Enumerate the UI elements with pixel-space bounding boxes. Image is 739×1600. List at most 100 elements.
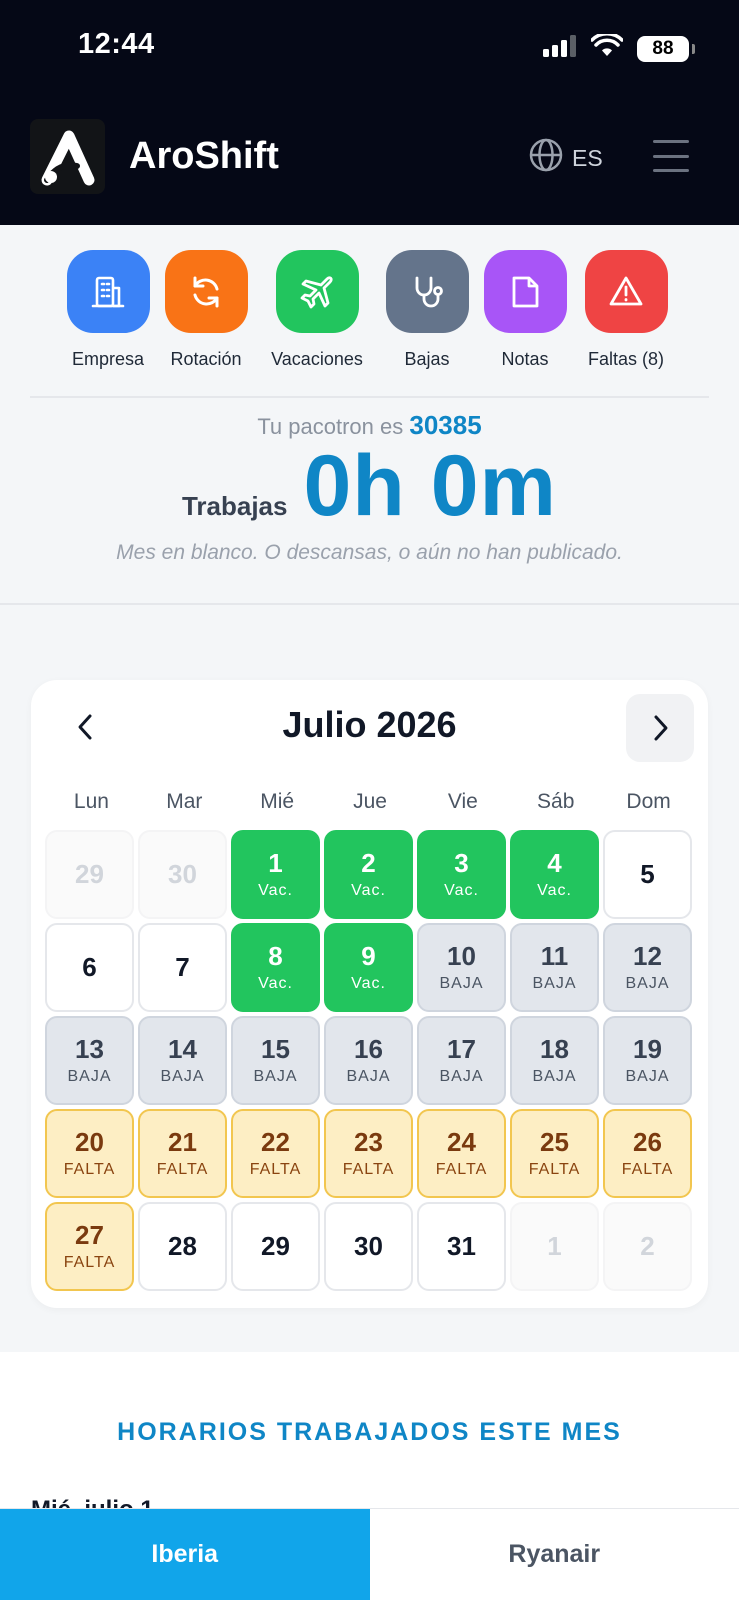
- day-number: 14: [168, 1034, 197, 1065]
- weekday-label: Vie: [447, 790, 478, 813]
- day-number: 27: [75, 1220, 104, 1251]
- day-status-tag: FALTA: [528, 1160, 581, 1178]
- quick-action-label: Empresa: [71, 349, 145, 369]
- quick-action-vacaciones[interactable]: Vacaciones: [257, 250, 377, 370]
- day-status-tag: Vac.: [351, 881, 386, 899]
- day-number: 29: [261, 1231, 290, 1262]
- day-status-tag: Vac.: [351, 974, 386, 992]
- quick-action-faltas[interactable]: Faltas (8): [566, 250, 686, 370]
- day-number: 4: [547, 848, 562, 879]
- quick-action-label: Rotación: [170, 349, 242, 369]
- day-status-tag: BAJA: [532, 1067, 577, 1085]
- calendar-day: 30: [138, 830, 227, 919]
- weekday-label: Sáb: [537, 790, 575, 813]
- day-number: 22: [261, 1127, 290, 1158]
- calendar-day[interactable]: 11 BAJA: [510, 923, 599, 1012]
- calendar-day[interactable]: 1 Vac.: [231, 830, 320, 919]
- day-status-tag: BAJA: [67, 1067, 112, 1085]
- calendar-day[interactable]: 22 FALTA: [231, 1109, 320, 1198]
- day-number: 10: [447, 941, 476, 972]
- status-icons: 88: [543, 32, 695, 63]
- calendar-day[interactable]: 23 FALTA: [324, 1109, 413, 1198]
- calendar-day[interactable]: 28: [138, 1202, 227, 1291]
- calendar-day[interactable]: 6: [45, 923, 134, 1012]
- building-icon: [66, 250, 150, 333]
- calendar-day[interactable]: 19 BAJA: [603, 1016, 692, 1105]
- day-status-tag: Vac.: [444, 881, 479, 899]
- blank-month-note: Mes en blanco. O descansas, o aún no han…: [116, 541, 623, 564]
- calendar-day[interactable]: 16 BAJA: [324, 1016, 413, 1105]
- day-status-tag: Vac.: [537, 881, 572, 899]
- calendar-day[interactable]: 8 Vac.: [231, 923, 320, 1012]
- day-status-tag: Vac.: [258, 881, 293, 899]
- calendar-day[interactable]: 7: [138, 923, 227, 1012]
- calendar-day[interactable]: 25 FALTA: [510, 1109, 599, 1198]
- worked-hours: Trabajas 0h 0m: [0, 443, 739, 529]
- weekday-label: Mié: [260, 790, 295, 813]
- divider: [0, 603, 739, 605]
- quick-actions: Empresa Rotación Vacaciones Bajas Notas …: [0, 250, 739, 375]
- tab-ryanair[interactable]: Ryanair: [369, 1509, 739, 1600]
- calendar-day[interactable]: 12 BAJA: [603, 923, 692, 1012]
- calendar-day[interactable]: 5: [603, 830, 692, 919]
- calendar-day[interactable]: 26 FALTA: [603, 1109, 692, 1198]
- quick-action-rotacion[interactable]: Rotación: [146, 250, 266, 370]
- calendar-day[interactable]: 30: [324, 1202, 413, 1291]
- calendar-day[interactable]: 9 Vac.: [324, 923, 413, 1012]
- calendar: Julio 2026 Lun Mar Mié Jue Vie Sáb Dom 2…: [31, 680, 708, 1308]
- calendar-day[interactable]: 3 Vac.: [417, 830, 506, 919]
- day-status-tag: BAJA: [625, 1067, 670, 1085]
- day-number: 2: [361, 848, 376, 879]
- calendar-day: 2: [603, 1202, 692, 1291]
- weekday-label: Jue: [353, 790, 387, 813]
- day-number: 19: [633, 1034, 662, 1065]
- plane-icon: [275, 250, 359, 333]
- brand-name: AroShift: [129, 135, 279, 177]
- day-number: 11: [540, 941, 569, 972]
- hamburger-menu-icon[interactable]: [653, 138, 689, 174]
- language-code: ES: [572, 144, 603, 171]
- calendar-day[interactable]: 14 BAJA: [138, 1016, 227, 1105]
- chevron-right-icon[interactable]: [626, 694, 694, 762]
- calendar-day[interactable]: 29: [231, 1202, 320, 1291]
- day-status-tag: BAJA: [346, 1067, 391, 1085]
- day-status-tag: BAJA: [439, 974, 484, 992]
- day-number: 5: [640, 859, 655, 890]
- warning-icon: [584, 250, 668, 333]
- calendar-day[interactable]: 21 FALTA: [138, 1109, 227, 1198]
- app-header: 12:44 88 AroShift ES: [0, 0, 739, 225]
- calendar-day[interactable]: 10 BAJA: [417, 923, 506, 1012]
- quick-action-label: Notas: [501, 349, 549, 369]
- calendar-day[interactable]: 18 BAJA: [510, 1016, 599, 1105]
- day-status-tag: BAJA: [160, 1067, 205, 1085]
- pacotron-prefix: Tu pacotron es: [257, 414, 404, 439]
- day-number: 9: [361, 941, 376, 972]
- day-status-tag: FALTA: [63, 1253, 116, 1271]
- monthly-summary: Tu pacotron es 30385 Trabajas 0h 0m Mes …: [0, 410, 739, 565]
- calendar-day[interactable]: 24 FALTA: [417, 1109, 506, 1198]
- brand[interactable]: AroShift: [30, 119, 279, 194]
- status-time: 12:44: [78, 28, 155, 60]
- worked-label: Trabajas: [181, 491, 288, 521]
- calendar-day[interactable]: 15 BAJA: [231, 1016, 320, 1105]
- battery-icon: 88: [637, 35, 695, 62]
- day-number: 29: [75, 859, 104, 890]
- calendar-day[interactable]: 13 BAJA: [45, 1016, 134, 1105]
- calendar-day[interactable]: 2 Vac.: [324, 830, 413, 919]
- calendar-day[interactable]: 17 BAJA: [417, 1016, 506, 1105]
- language-selector[interactable]: ES: [528, 137, 603, 179]
- calendar-day[interactable]: 27 FALTA: [45, 1202, 134, 1291]
- calendar-day[interactable]: 20 FALTA: [45, 1109, 134, 1198]
- day-number: 8: [268, 941, 283, 972]
- day-status-tag: FALTA: [621, 1160, 674, 1178]
- day-number: 6: [82, 952, 97, 983]
- day-number: 15: [261, 1034, 290, 1065]
- day-status-tag: FALTA: [249, 1160, 302, 1178]
- day-status-tag: FALTA: [435, 1160, 488, 1178]
- calendar-day[interactable]: 4 Vac.: [510, 830, 599, 919]
- tab-iberia[interactable]: Iberia: [0, 1509, 370, 1600]
- calendar-day[interactable]: 31: [417, 1202, 506, 1291]
- section-title: HORARIOS TRABAJADOS ESTE MES: [117, 1418, 622, 1446]
- day-status-tag: Vac.: [258, 974, 293, 992]
- signal-icon: [543, 35, 577, 62]
